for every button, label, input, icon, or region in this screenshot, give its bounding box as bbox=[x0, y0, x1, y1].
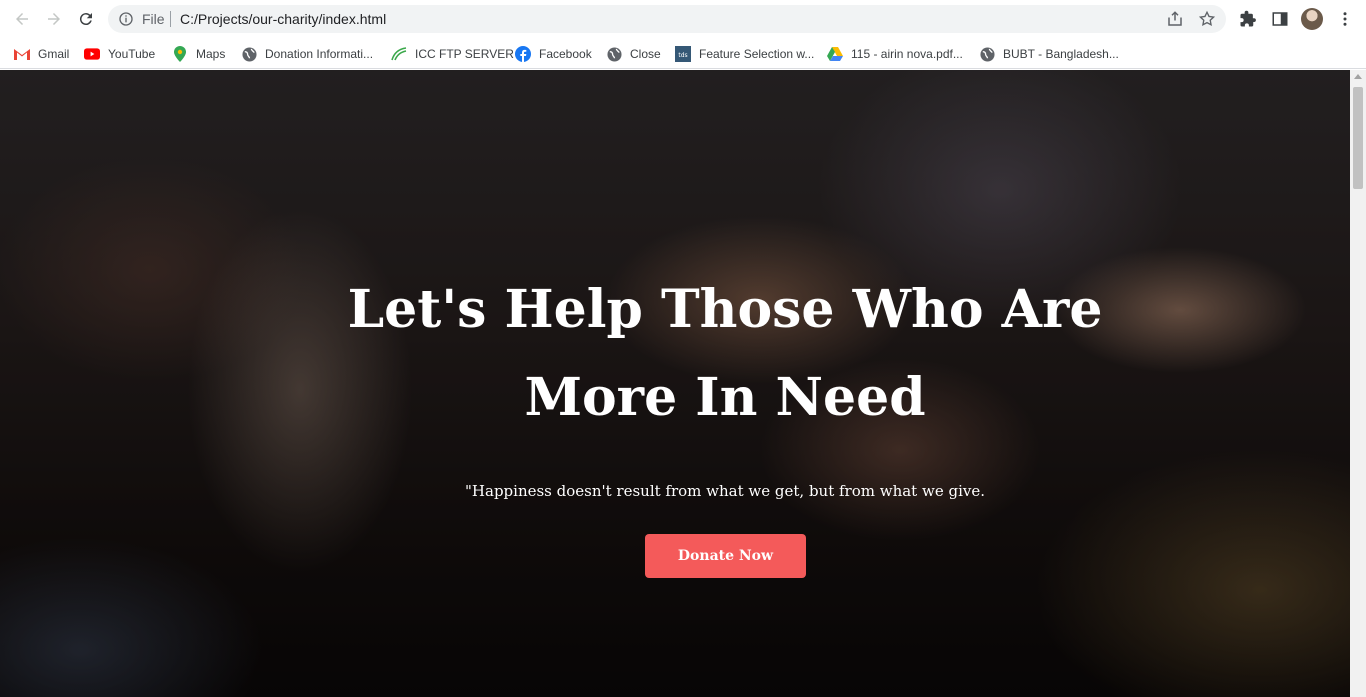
bookmark-label: 115 - airin nova.pdf... bbox=[851, 47, 963, 61]
icc-icon bbox=[391, 46, 407, 62]
donate-now-button[interactable]: Donate Now bbox=[645, 534, 806, 578]
bookmark-label: YouTube bbox=[108, 47, 156, 61]
bookmark-donation-information[interactable]: Donation Informati... bbox=[241, 42, 373, 66]
bookmarks-bar: Gmail YouTube Maps Donation Informati...… bbox=[0, 38, 1366, 69]
gmail-icon bbox=[14, 46, 30, 62]
page-scrollbar[interactable] bbox=[1350, 70, 1366, 697]
youtube-icon bbox=[84, 46, 100, 62]
bookmark-label: Facebook bbox=[539, 47, 592, 61]
side-panel-icon[interactable] bbox=[1271, 10, 1289, 28]
star-icon[interactable] bbox=[1198, 10, 1216, 28]
info-icon[interactable] bbox=[118, 11, 134, 27]
bookmark-maps[interactable]: Maps bbox=[172, 42, 225, 66]
bookmark-label: Maps bbox=[196, 47, 226, 61]
bookmark-gmail[interactable]: Gmail bbox=[14, 42, 69, 66]
globe-icon bbox=[606, 46, 622, 62]
globe-icon bbox=[241, 46, 257, 62]
avatar[interactable] bbox=[1301, 8, 1323, 30]
bookmark-label: Close bbox=[630, 47, 661, 61]
maps-icon bbox=[172, 46, 188, 62]
puzzle-icon[interactable] bbox=[1239, 10, 1257, 28]
bookmark-airin-nova-pdf[interactable]: 115 - airin nova.pdf... bbox=[827, 42, 963, 66]
hero-quote: "Happiness doesn't result from what we g… bbox=[465, 482, 985, 500]
tds-icon: tds bbox=[675, 46, 691, 62]
bookmark-label: ICC FTP SERVER bbox=[415, 47, 514, 61]
forward-arrow-icon[interactable] bbox=[42, 7, 66, 31]
scrollbar-thumb[interactable] bbox=[1353, 87, 1363, 189]
globe-icon bbox=[979, 46, 995, 62]
bookmark-facebook[interactable]: Facebook bbox=[515, 42, 592, 66]
bookmark-label: Feature Selection w... bbox=[699, 47, 815, 61]
reload-icon[interactable] bbox=[74, 7, 98, 31]
hero-title: Let's Help Those Who Are More In Need bbox=[0, 266, 1350, 442]
bookmark-label: BUBT - Bangladesh... bbox=[1003, 47, 1119, 61]
bookmark-close[interactable]: Close bbox=[606, 42, 661, 66]
hero-title-line-2: More In Need bbox=[524, 367, 926, 428]
bookmark-label: Donation Informati... bbox=[265, 47, 374, 61]
drive-icon bbox=[827, 46, 843, 62]
hero-title-line-1: Let's Help Those Who Are bbox=[347, 279, 1103, 340]
share-icon[interactable] bbox=[1166, 10, 1184, 28]
bookmark-youtube[interactable]: YouTube bbox=[84, 42, 155, 66]
scroll-up-arrow-icon[interactable] bbox=[1354, 74, 1362, 79]
kebab-menu-icon[interactable] bbox=[1336, 10, 1354, 28]
browser-toolbar: File C:/Projects/our-charity/index.html bbox=[0, 0, 1366, 38]
svg-text:tds: tds bbox=[678, 52, 687, 59]
bookmark-label: Gmail bbox=[38, 47, 70, 61]
back-arrow-icon[interactable] bbox=[10, 7, 34, 31]
url-text[interactable]: C:/Projects/our-charity/index.html bbox=[180, 11, 386, 27]
page-viewport: Let's Help Those Who Are More In Need "H… bbox=[0, 70, 1350, 697]
address-separator bbox=[170, 11, 171, 27]
address-bar[interactable]: File C:/Projects/our-charity/index.html bbox=[108, 5, 1226, 33]
bookmark-bubt[interactable]: BUBT - Bangladesh... bbox=[979, 42, 1119, 66]
scheme-label: File bbox=[142, 11, 165, 27]
facebook-icon bbox=[515, 46, 531, 62]
bookmark-feature-selection[interactable]: tds Feature Selection w... bbox=[675, 42, 814, 66]
bookmark-icc-ftp-server[interactable]: ICC FTP SERVER bbox=[391, 42, 514, 66]
